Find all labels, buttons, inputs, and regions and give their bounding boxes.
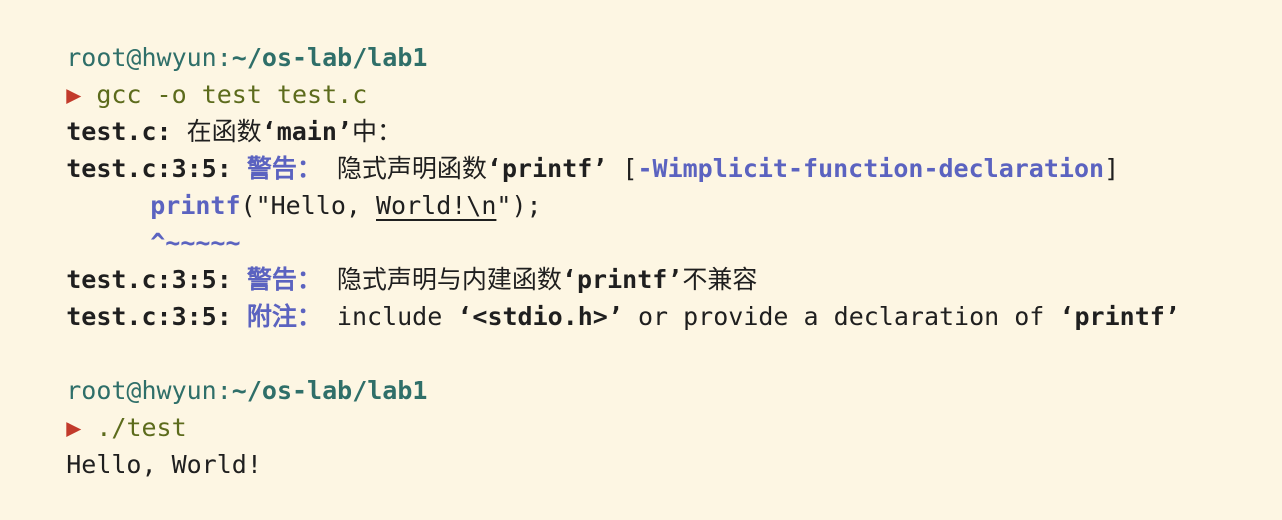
warning-label: 警告： <box>231 265 322 294</box>
source-location: test.c:3:5: <box>66 302 232 331</box>
source-file-label: test.c: <box>66 117 172 146</box>
header-name: <stdio.h> <box>472 302 608 331</box>
code-args-underlined: World!\n <box>376 191 497 220</box>
prompt-user-host: root@hwyun <box>66 376 217 405</box>
prompt-separator: : <box>216 376 232 405</box>
warning-text: 隐式声明与内建函数 <box>321 265 562 294</box>
prompt-arrow-icon: ▶ <box>66 413 82 442</box>
quote-close: ’ <box>1164 302 1180 331</box>
flag-bracket-close: ] <box>1104 154 1120 183</box>
note-text: include <box>321 302 458 331</box>
flag-bracket-open: [ <box>607 154 638 183</box>
code-args: ("Hello, <box>240 191 376 220</box>
quote-open: ‘ <box>457 302 473 331</box>
program-output-line: Hello, World! <box>6 409 1282 479</box>
prompt-line: root@hwyun:~/os-lab/lab1 <box>6 335 1282 405</box>
note-label: 附注： <box>231 302 322 331</box>
prompt-line: root@hwyun:~/os-lab/lab1 <box>6 2 1282 72</box>
warning-flag: -Wimplicit-function-declaration <box>637 154 1105 183</box>
function-name: printf <box>1074 302 1165 331</box>
quote-close: ’ <box>607 302 623 331</box>
quote-open: ‘ <box>261 117 277 146</box>
program-output: Hello, World! <box>66 450 262 479</box>
source-location: test.c:3:5: <box>66 265 232 294</box>
quote-close: ’ <box>592 154 608 183</box>
code-function-name: printf <box>150 191 241 220</box>
warning-label: 警告： <box>231 154 322 183</box>
prompt-user-host: root@hwyun <box>66 43 217 72</box>
quote-close: ’ <box>336 117 352 146</box>
quote-open: ‘ <box>561 265 577 294</box>
source-location: test.c:3:5: <box>66 154 232 183</box>
prompt-arrow-icon: ▶ <box>66 80 82 109</box>
prompt-path: ~/os-lab/lab1 <box>231 43 428 72</box>
message-text: 中： <box>351 117 402 146</box>
error-caret: ^~~~~~ <box>150 228 241 257</box>
function-name: main <box>276 117 337 146</box>
command-text: ./test <box>96 413 187 442</box>
command-text: gcc -o test test.c <box>96 80 368 109</box>
warning-text: 隐式声明函数 <box>321 154 487 183</box>
function-name: printf <box>576 265 668 294</box>
prompt-path: ~/os-lab/lab1 <box>231 376 428 405</box>
warning-text: 不兼容 <box>682 265 758 294</box>
function-name: printf <box>501 154 593 183</box>
message-text: 在函数 <box>171 117 262 146</box>
prompt-separator: : <box>216 43 232 72</box>
code-args-end: "); <box>496 191 542 220</box>
quote-close: ’ <box>667 265 683 294</box>
quote-open: ‘ <box>486 154 502 183</box>
terminal-window[interactable]: root@hwyun:~/os-lab/lab1 ▶ gcc -o test t… <box>0 0 1282 479</box>
quote-open: ‘ <box>1059 302 1075 331</box>
note-text: or provide a declaration of <box>622 302 1060 331</box>
